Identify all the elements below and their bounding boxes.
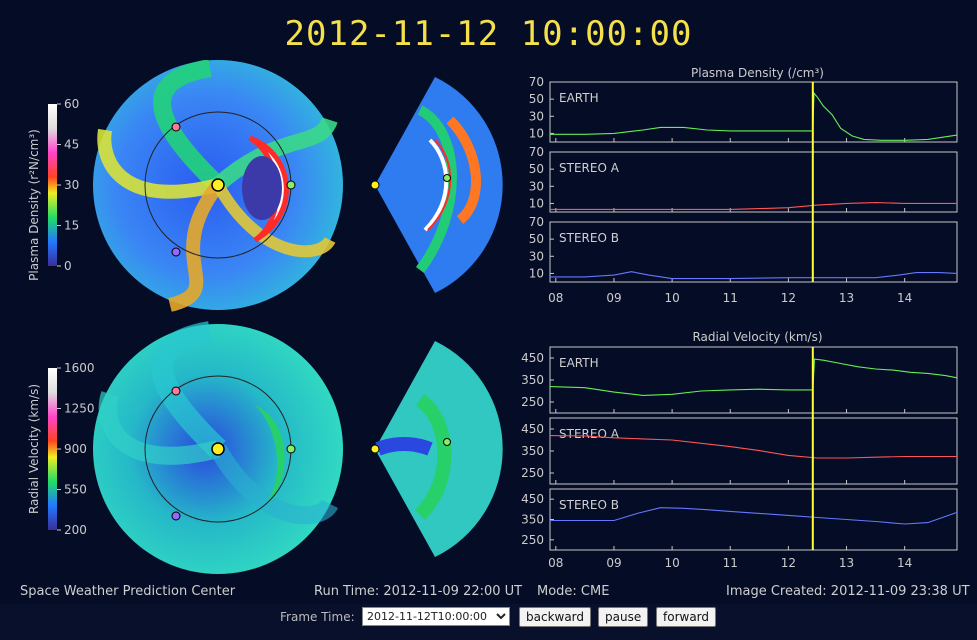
y-tick-label: 10 xyxy=(529,266,544,280)
x-tick-label: 12 xyxy=(781,291,796,305)
y-tick-label: 450 xyxy=(521,351,544,365)
mode: Mode: CME xyxy=(537,584,610,599)
forward-button[interactable]: forward xyxy=(656,607,717,627)
earth-marker xyxy=(286,180,296,190)
density-colorbar-label: Plasma Density (r²N/cm³) xyxy=(27,129,41,281)
sun-marker xyxy=(211,178,225,192)
panel-label: EARTH xyxy=(559,91,599,105)
y-tick-label: 350 xyxy=(521,513,544,527)
y-tick-label: 250 xyxy=(521,533,544,547)
colorbar-tick-label: 30 xyxy=(64,178,79,192)
y-tick-label: 70 xyxy=(529,75,544,89)
y-tick-label: 250 xyxy=(521,466,544,480)
panel-label: STEREO A xyxy=(559,427,620,441)
colorbar-tick-label: 60 xyxy=(64,97,79,111)
x-tick-label: 14 xyxy=(897,291,912,305)
panel-label: STEREO B xyxy=(559,231,619,245)
x-tick-label: 12 xyxy=(781,556,796,570)
x-tick-label: 08 xyxy=(548,556,563,570)
y-tick-label: 50 xyxy=(529,92,544,106)
colorbar-tick-label: 900 xyxy=(64,442,87,456)
colorbar-tick-label: 0 xyxy=(64,259,72,273)
panel-label: EARTH xyxy=(559,356,599,370)
colorbar-tick-label: 550 xyxy=(64,483,87,497)
chart-title: Plasma Density (/cm³) xyxy=(691,66,824,80)
y-tick-label: 50 xyxy=(529,162,544,176)
velocity-colorbar-label: Radial Velocity (km/s) xyxy=(27,384,41,514)
panel-label: STEREO A xyxy=(559,161,620,175)
y-tick-label: 450 xyxy=(521,422,544,436)
panel-label: STEREO B xyxy=(559,498,619,512)
density-wedge-map xyxy=(375,77,503,293)
y-tick-label: 450 xyxy=(521,492,544,506)
x-tick-label: 13 xyxy=(839,291,854,305)
image-created: Image Created: 2012-11-09 23:38 UT xyxy=(726,584,970,599)
series-line xyxy=(550,202,957,210)
x-tick-label: 08 xyxy=(548,291,563,305)
x-tick-label: 09 xyxy=(606,556,621,570)
pause-button[interactable]: pause xyxy=(598,607,649,627)
y-tick-label: 250 xyxy=(521,395,544,409)
y-tick-label: 350 xyxy=(521,373,544,387)
y-tick-label: 30 xyxy=(529,179,544,193)
y-tick-label: 30 xyxy=(529,109,544,123)
stereo-b-marker xyxy=(171,247,181,257)
time-series-charts: Plasma Density (/cm³) 70 50 30 10 EARTH 70 50 30… xyxy=(521,66,958,570)
x-tick-label: 11 xyxy=(723,291,738,305)
series-line xyxy=(550,271,958,280)
chart-panel-frame xyxy=(549,346,958,414)
y-tick-label: 50 xyxy=(529,232,544,246)
frame-time-select[interactable]: 2012-11-12T10:00:00 xyxy=(362,607,510,626)
run-time: Run Time: 2012-11-09 22:00 UT xyxy=(314,584,523,599)
y-tick-label: 10 xyxy=(529,126,544,140)
x-tick-label: 09 xyxy=(606,291,621,305)
colorbar-tick-label: 1600 xyxy=(64,361,95,375)
center-name: Space Weather Prediction Center xyxy=(20,584,236,599)
frame-time-label: Frame Time: xyxy=(280,610,355,624)
x-tick-label: 14 xyxy=(897,556,912,570)
y-tick-label: 70 xyxy=(529,145,544,159)
y-tick-label: 10 xyxy=(529,196,544,210)
frame-timestamp-title: 2012-11-12 10:00:00 xyxy=(284,14,693,54)
colorbar-tick-label: 200 xyxy=(64,523,87,537)
stereo-a-marker xyxy=(171,122,181,132)
backward-button[interactable]: backward xyxy=(519,607,592,627)
colorbar-labels: Plasma Density (r²N/cm³) 60 45 30 15 0 Radia… xyxy=(27,97,95,537)
series-line xyxy=(550,91,958,141)
y-tick-label: 350 xyxy=(521,444,544,458)
colorbar-tick-label: 15 xyxy=(64,219,79,233)
x-tick-label: 13 xyxy=(839,556,854,570)
x-tick-label: 10 xyxy=(664,291,679,305)
x-tick-label: 10 xyxy=(664,556,679,570)
chart-title: Radial Velocity (km/s) xyxy=(692,330,822,344)
y-tick-label: 30 xyxy=(529,249,544,263)
y-tick-label: 70 xyxy=(529,215,544,229)
colorbar-tick-label: 45 xyxy=(64,138,79,152)
series-line xyxy=(549,358,958,396)
x-tick-label: 11 xyxy=(723,556,738,570)
colorbar-tick-label: 1250 xyxy=(64,402,95,416)
